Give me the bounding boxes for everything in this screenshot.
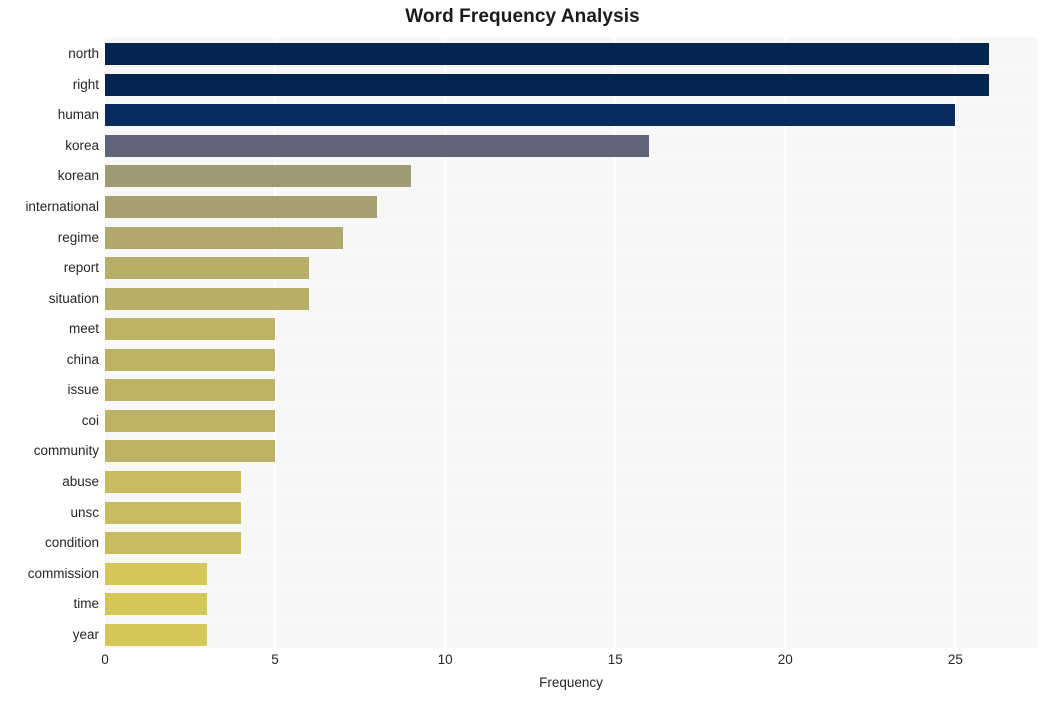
bar: [105, 348, 276, 371]
y-axis-tick-label: coi: [81, 412, 99, 428]
gridline-vertical: [784, 37, 787, 648]
y-axis-tick-label: international: [25, 199, 99, 215]
x-axis-tick-label: 20: [777, 652, 793, 667]
gridline-horizontal: [105, 587, 1037, 588]
y-axis-tick-label: korea: [65, 137, 99, 153]
gridline-horizontal: [105, 343, 1037, 344]
bar: [105, 43, 990, 66]
y-axis-tick-label: korean: [57, 168, 99, 184]
gridline-horizontal: [105, 526, 1037, 527]
y-axis-tick-label: china: [66, 351, 99, 367]
gridline-horizontal: [105, 37, 1037, 38]
bar: [105, 623, 208, 646]
y-axis-tick-label: condition: [44, 535, 99, 551]
y-axis-tick-label: issue: [67, 382, 99, 398]
gridline-horizontal: [105, 98, 1037, 99]
y-axis-tick-label: north: [68, 46, 99, 62]
bar: [105, 593, 208, 616]
x-axis-tick-label: 0: [101, 652, 109, 667]
y-axis-tick-label: regime: [57, 229, 99, 245]
y-axis-tick-labels: north right human korea korean international r…: [0, 37, 99, 648]
y-axis-tick-label: meet: [68, 321, 99, 337]
bar: [105, 379, 276, 402]
y-axis-tick-label: abuse: [62, 473, 99, 489]
chart-figure: Word Frequency Analysis north right human k…: [0, 0, 1045, 701]
gridline-horizontal: [105, 404, 1037, 405]
bar: [105, 257, 310, 280]
gridline-horizontal: [105, 495, 1037, 496]
bar: [105, 318, 276, 341]
chart-title: Word Frequency Analysis: [405, 6, 640, 27]
bar: [105, 532, 242, 555]
x-axis-tick-label: 5: [271, 652, 279, 667]
bar: [105, 562, 208, 585]
y-axis-tick-label: unsc: [70, 504, 99, 520]
gridline-vertical: [274, 37, 277, 648]
bar: [105, 501, 242, 524]
bar: [105, 226, 344, 249]
x-axis-tick-labels: 0 5 10 15 20 25: [0, 652, 1045, 672]
y-axis-tick-label: right: [72, 76, 99, 92]
gridline-horizontal: [105, 465, 1037, 466]
gridline-horizontal: [105, 312, 1037, 313]
bar: [105, 409, 276, 432]
x-axis-tick-label: 10: [437, 652, 453, 667]
y-axis-tick-label: human: [57, 107, 99, 123]
plot-area: [105, 37, 1037, 648]
gridline-horizontal: [105, 190, 1037, 191]
gridline-vertical: [444, 37, 447, 648]
y-axis-tick-label: report: [63, 260, 99, 276]
bar: [105, 470, 242, 493]
y-axis-tick-label: commission: [27, 565, 99, 581]
gridline-horizontal: [105, 281, 1037, 282]
gridline-horizontal: [105, 220, 1037, 221]
y-axis-tick-label: time: [73, 596, 99, 612]
bar: [105, 440, 276, 463]
gridline-horizontal: [105, 129, 1037, 130]
bar: [105, 165, 412, 188]
y-axis-tick-label: year: [72, 626, 99, 642]
gridline-horizontal: [105, 68, 1037, 69]
x-axis-tick-label: 15: [607, 652, 623, 667]
bar: [105, 196, 378, 219]
bar: [105, 73, 990, 96]
bar: [105, 287, 310, 310]
gridline-vertical: [614, 37, 617, 648]
gridline-vertical: [954, 37, 957, 648]
gridline-horizontal: [105, 251, 1037, 252]
gridline-horizontal: [105, 373, 1037, 374]
y-axis-tick-label: situation: [48, 290, 99, 306]
gridline-horizontal: [105, 434, 1037, 435]
gridline-horizontal: [105, 617, 1037, 618]
y-axis-tick-label: community: [33, 443, 99, 459]
gridline-horizontal: [105, 556, 1037, 557]
bar: [105, 104, 956, 127]
gridline-horizontal: [105, 159, 1037, 160]
x-axis-label: Frequency: [539, 675, 603, 690]
bar: [105, 134, 650, 157]
x-axis-tick-label: 25: [947, 652, 963, 667]
